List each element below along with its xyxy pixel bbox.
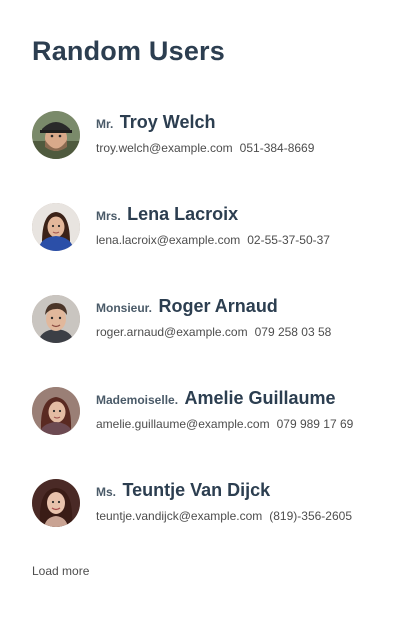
avatar-woman-long-hair-icon — [32, 479, 80, 527]
user-contact: troy.welch@example.com 051-384-8669 — [96, 141, 314, 155]
user-contact: amelie.guillaume@example.com 079 989 17 6… — [96, 417, 353, 431]
user-info: Ms. Teuntje Van Dijck teuntje.vandijck@e… — [96, 478, 352, 523]
user-info: Mr. Troy Welch troy.welch@example.com 051… — [96, 110, 314, 155]
user-name: Amelie Guillaume — [184, 388, 336, 408]
user-email: teuntje.vandijck@example.com — [96, 509, 263, 523]
user-phone: 079 989 17 69 — [276, 417, 354, 431]
user-title: Mr. — [96, 117, 114, 131]
user-list: Mr. Troy Welch troy.welch@example.com 051… — [32, 110, 392, 570]
user-phone: 02-55-37-50-37 — [247, 233, 330, 247]
avatar — [32, 295, 80, 343]
avatar-man-cap-beard-icon — [32, 111, 80, 159]
list-item: Mrs. Lena Lacroix lena.lacroix@example.c… — [32, 202, 392, 294]
user-title: Monsieur. — [96, 301, 153, 315]
user-phone: 051-384-8669 — [239, 141, 315, 155]
avatar-woman-brown-hair-icon — [32, 387, 80, 435]
avatar — [32, 111, 80, 159]
user-name: Teuntje Van Dijck — [122, 480, 271, 500]
user-name-line: Mr. Troy Welch — [96, 110, 314, 134]
user-name-line: Mademoiselle. Amelie Guillaume — [96, 386, 353, 410]
user-info: Mademoiselle. Amelie Guillaume amelie.gu… — [96, 386, 353, 431]
random-users-page: Random Users Mr. Troy Welch troy.welch@e… — [0, 0, 408, 621]
user-name: Troy Welch — [119, 112, 216, 132]
user-info: Mrs. Lena Lacroix lena.lacroix@example.c… — [96, 202, 330, 247]
page-title: Random Users — [32, 36, 225, 66]
user-name: Lena Lacroix — [127, 204, 239, 224]
list-item: Mademoiselle. Amelie Guillaume amelie.gu… — [32, 386, 392, 478]
avatar-man-short-hair-icon — [32, 295, 80, 343]
list-item: Ms. Teuntje Van Dijck teuntje.vandijck@e… — [32, 478, 392, 570]
load-more-button[interactable]: Load more — [32, 564, 89, 578]
user-name-line: Mrs. Lena Lacroix — [96, 202, 330, 226]
user-email: roger.arnaud@example.com — [96, 325, 248, 339]
user-title: Ms. — [96, 485, 117, 499]
list-item: Mr. Troy Welch troy.welch@example.com 051… — [32, 110, 392, 202]
user-phone: 079 258 03 58 — [254, 325, 332, 339]
user-contact: teuntje.vandijck@example.com (819)-356-26… — [96, 509, 352, 523]
user-contact: roger.arnaud@example.com 079 258 03 58 — [96, 325, 331, 339]
user-name-line: Ms. Teuntje Van Dijck — [96, 478, 352, 502]
user-name: Roger Arnaud — [158, 296, 278, 316]
user-email: amelie.guillaume@example.com — [96, 417, 270, 431]
user-phone: (819)-356-2605 — [269, 509, 352, 523]
user-email: lena.lacroix@example.com — [96, 233, 241, 247]
user-contact: lena.lacroix@example.com 02-55-37-50-37 — [96, 233, 330, 247]
list-item: Monsieur. Roger Arnaud roger.arnaud@exam… — [32, 294, 392, 386]
user-info: Monsieur. Roger Arnaud roger.arnaud@exam… — [96, 294, 331, 339]
user-name-line: Monsieur. Roger Arnaud — [96, 294, 331, 318]
user-email: troy.welch@example.com — [96, 141, 233, 155]
user-title: Mrs. — [96, 209, 121, 223]
avatar — [32, 479, 80, 527]
avatar — [32, 387, 80, 435]
user-title: Mademoiselle. — [96, 393, 179, 407]
avatar-woman-dark-hair-icon — [32, 203, 80, 251]
avatar — [32, 203, 80, 251]
